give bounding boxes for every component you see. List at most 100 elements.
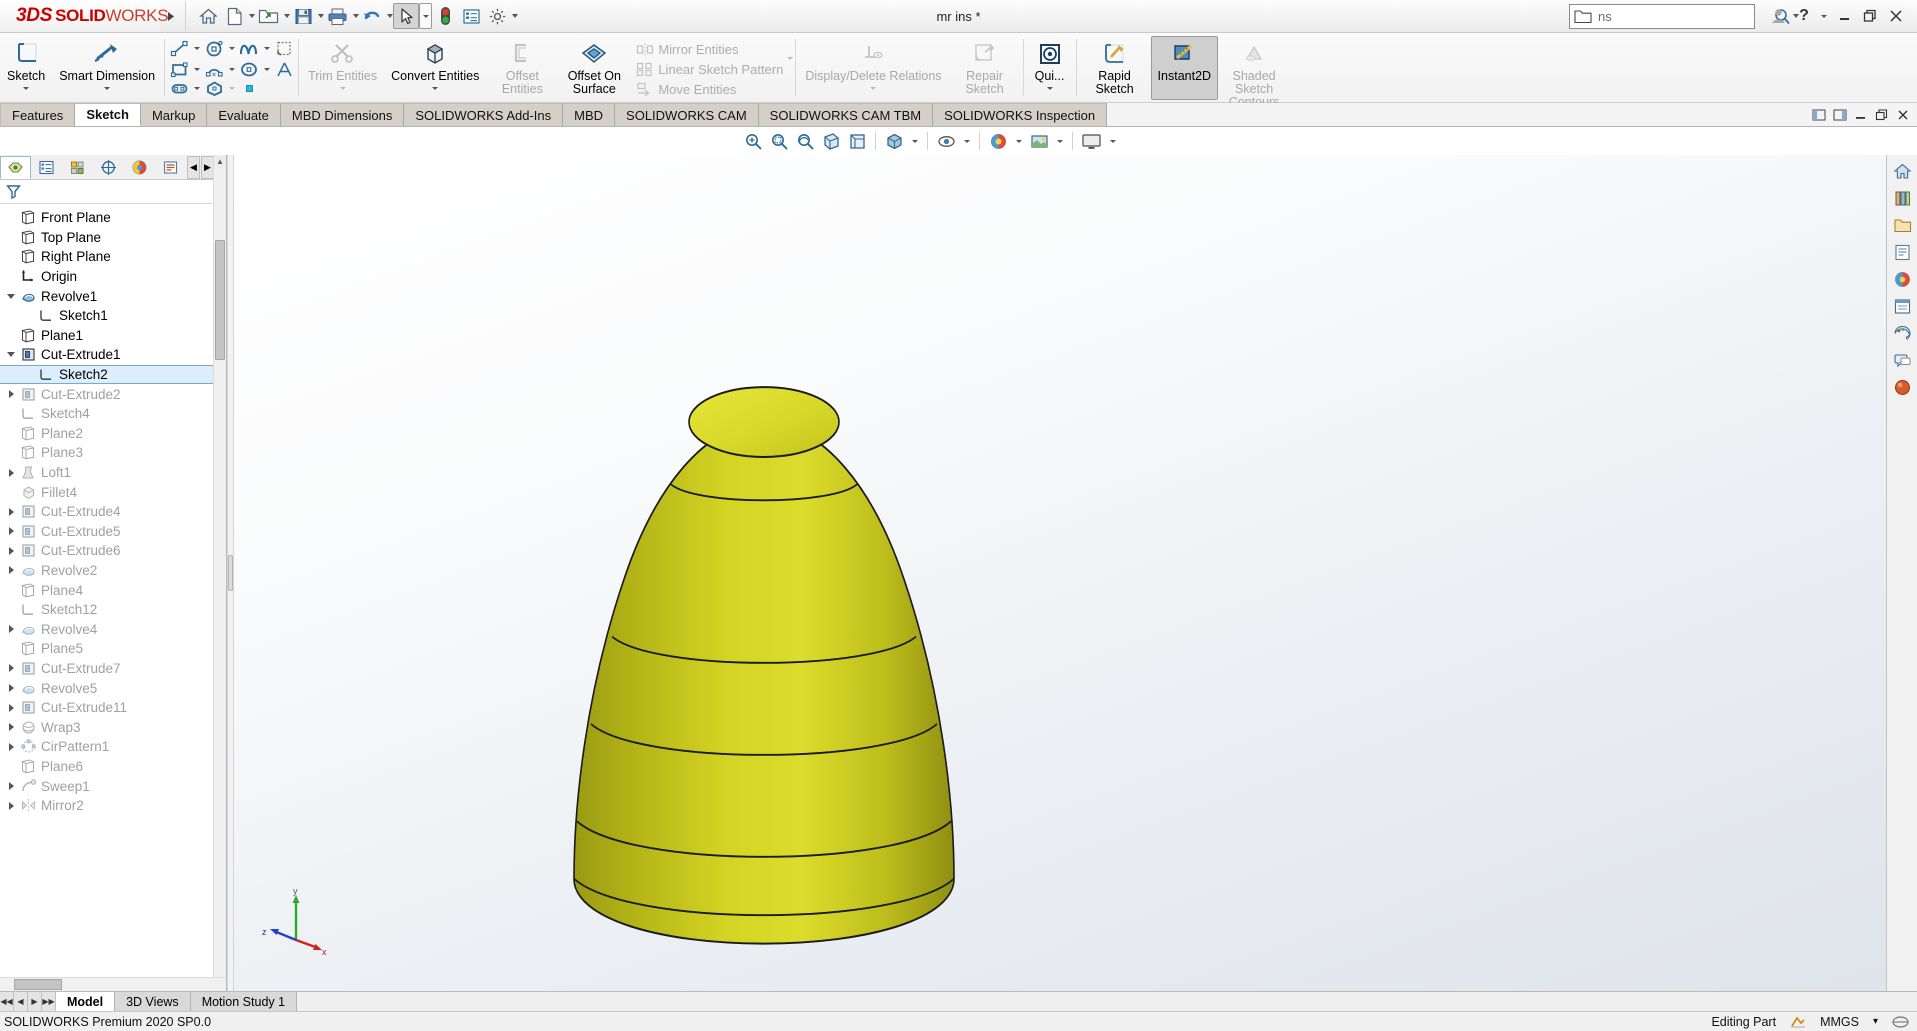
polygon-dropdown-caret[interactable]	[226, 80, 237, 97]
search-properties-icon[interactable]	[1890, 240, 1915, 265]
expand-arrow-icon[interactable]	[4, 468, 18, 477]
section-view-icon[interactable]	[820, 130, 842, 152]
line-dropdown-caret[interactable]	[191, 39, 202, 59]
menu-expand-arrow[interactable]	[160, 0, 182, 32]
solidworks-forum-icon[interactable]	[1890, 348, 1915, 373]
expand-arrow-icon[interactable]	[4, 703, 18, 712]
tree-item-origin[interactable]: Origin	[0, 267, 226, 287]
dimxpert-manager-tab[interactable]	[93, 156, 124, 179]
tree-horizontal-scrollbar[interactable]	[0, 977, 226, 991]
tab-solidworks-cam-tbm[interactable]: SOLIDWORKS CAM TBM	[758, 103, 934, 126]
circle-icon[interactable]	[202, 39, 226, 59]
tree-item-revolve4[interactable]: Revolve4	[0, 619, 226, 639]
convert-entities-dropdown-caret[interactable]	[432, 87, 439, 90]
offset-on-surface-button[interactable]: Offset On Surface	[558, 36, 630, 100]
sketch-fillet-icon[interactable]	[272, 39, 296, 59]
rebuild-icon[interactable]	[432, 3, 458, 29]
previous-view-icon[interactable]	[794, 130, 816, 152]
edit-appearance-icon[interactable]	[987, 130, 1009, 152]
bottom-tab-3d-views[interactable]: 3D Views	[115, 992, 191, 1011]
tab-nav-last[interactable]: ▶▶	[42, 992, 56, 1011]
slot-icon[interactable]	[167, 80, 191, 97]
tree-item-revolve2[interactable]: Revolve2	[0, 561, 226, 581]
help-dropdown-caret[interactable]	[1817, 0, 1831, 32]
spline-icon[interactable]	[237, 39, 261, 59]
tree-scroll-thumb[interactable]	[215, 240, 225, 360]
point-icon[interactable]	[237, 80, 261, 97]
options-list-icon[interactable]	[458, 3, 484, 29]
tree-item-cirpattern1[interactable]: CirPattern1	[0, 737, 226, 757]
new-document-icon[interactable]	[221, 3, 247, 29]
smart-dimension-dropdown-caret[interactable]	[104, 87, 111, 90]
edit-appearance-dropdown-caret[interactable]	[1013, 130, 1024, 152]
view-setup-icon[interactable]	[1080, 130, 1103, 152]
hide-show-dropdown-caret[interactable]	[961, 130, 972, 152]
print-icon[interactable]	[324, 3, 351, 29]
view-orientation-icon[interactable]	[846, 130, 868, 152]
doc-minimize-icon[interactable]	[1852, 106, 1869, 123]
tree-item-plane1[interactable]: Plane1	[0, 326, 226, 346]
zoom-to-fit-icon[interactable]	[742, 130, 764, 152]
tree-item-plane5[interactable]: Plane5	[0, 639, 226, 659]
close-button[interactable]	[1883, 0, 1909, 32]
design-library-icon[interactable]	[1890, 186, 1915, 211]
expand-arrow-icon[interactable]	[4, 566, 18, 575]
instant2d-button[interactable]: Instant2D	[1150, 36, 1219, 100]
bottom-tab-motion-study-1[interactable]: Motion Study 1	[190, 992, 298, 1011]
select-dropdown-caret[interactable]	[419, 3, 432, 29]
tree-item-cut-extrude11[interactable]: Cut-Extrude11	[0, 698, 226, 718]
tree-item-sketch4[interactable]: Sketch4	[0, 404, 226, 424]
apply-scene-icon[interactable]	[1028, 130, 1050, 152]
property-manager-tab[interactable]	[31, 156, 62, 179]
sketch-button[interactable]: Sketch	[0, 36, 52, 100]
account-icon[interactable]	[1765, 0, 1791, 32]
tab-sketch[interactable]: Sketch	[75, 103, 141, 126]
zoom-to-area-icon[interactable]	[768, 130, 790, 152]
hide-show-items-icon[interactable]	[935, 130, 957, 152]
custom-properties-icon[interactable]	[1890, 294, 1915, 319]
tab-features[interactable]: Features	[0, 103, 76, 126]
tree-scroll-up[interactable]: ▲	[214, 155, 226, 168]
tab-nav-first[interactable]: ◀◀	[0, 992, 14, 1011]
circle-dropdown-caret[interactable]	[226, 39, 237, 59]
tree-item-plane2[interactable]: Plane2	[0, 424, 226, 444]
expand-arrow-icon[interactable]	[4, 742, 18, 751]
filter-icon[interactable]	[6, 184, 21, 199]
configuration-manager-tab[interactable]	[62, 156, 93, 179]
collapse-arrow-icon[interactable]	[4, 352, 18, 358]
tab-mbd[interactable]: MBD	[563, 103, 616, 126]
open-folder-icon[interactable]	[255, 3, 282, 29]
tree-item-plane3[interactable]: Plane3	[0, 443, 226, 463]
restore-button[interactable]	[1857, 0, 1883, 32]
search-input[interactable]	[1598, 8, 1774, 24]
home-icon[interactable]	[195, 3, 221, 29]
rectangle-dropdown-caret[interactable]	[191, 60, 202, 80]
slot-dropdown-caret[interactable]	[191, 80, 202, 97]
doc-close-icon[interactable]	[1894, 106, 1911, 123]
view-setup-dropdown-caret[interactable]	[1107, 130, 1118, 152]
search-box[interactable]	[1569, 3, 1799, 29]
tree-item-top-plane[interactable]: Top Plane	[0, 228, 226, 248]
manager-tab-prev[interactable]: ◀	[187, 155, 200, 179]
display-manager-tab[interactable]	[124, 156, 155, 179]
spline-dropdown-caret[interactable]	[261, 39, 272, 59]
arc-icon[interactable]	[202, 60, 226, 80]
status-units[interactable]: MMGS	[1820, 1015, 1859, 1029]
expand-arrow-icon[interactable]	[4, 625, 18, 634]
expand-arrow-icon[interactable]	[4, 546, 18, 555]
arc-dropdown-caret[interactable]	[226, 60, 237, 80]
appearances-scenes-icon[interactable]	[1890, 267, 1915, 292]
tab-solidworks-cam[interactable]: SOLIDWORKS CAM	[615, 103, 759, 126]
sketch-dropdown-caret[interactable]	[23, 87, 30, 90]
expand-arrow-icon[interactable]	[4, 782, 18, 791]
collapse-arrow-icon[interactable]	[4, 293, 18, 299]
gear-icon[interactable]	[484, 3, 510, 29]
cam-manager-tab[interactable]	[155, 156, 186, 179]
tree-item-plane4[interactable]: Plane4	[0, 580, 226, 600]
tree-item-cut-extrude7[interactable]: Cut-Extrude7	[0, 659, 226, 679]
smart-dimension-button[interactable]: Smart Dimension	[52, 36, 162, 100]
text-icon[interactable]	[272, 60, 296, 80]
tree-item-right-plane[interactable]: Right Plane	[0, 247, 226, 267]
tree-item-revolve5[interactable]: Revolve5	[0, 678, 226, 698]
save-icon[interactable]	[290, 3, 316, 29]
